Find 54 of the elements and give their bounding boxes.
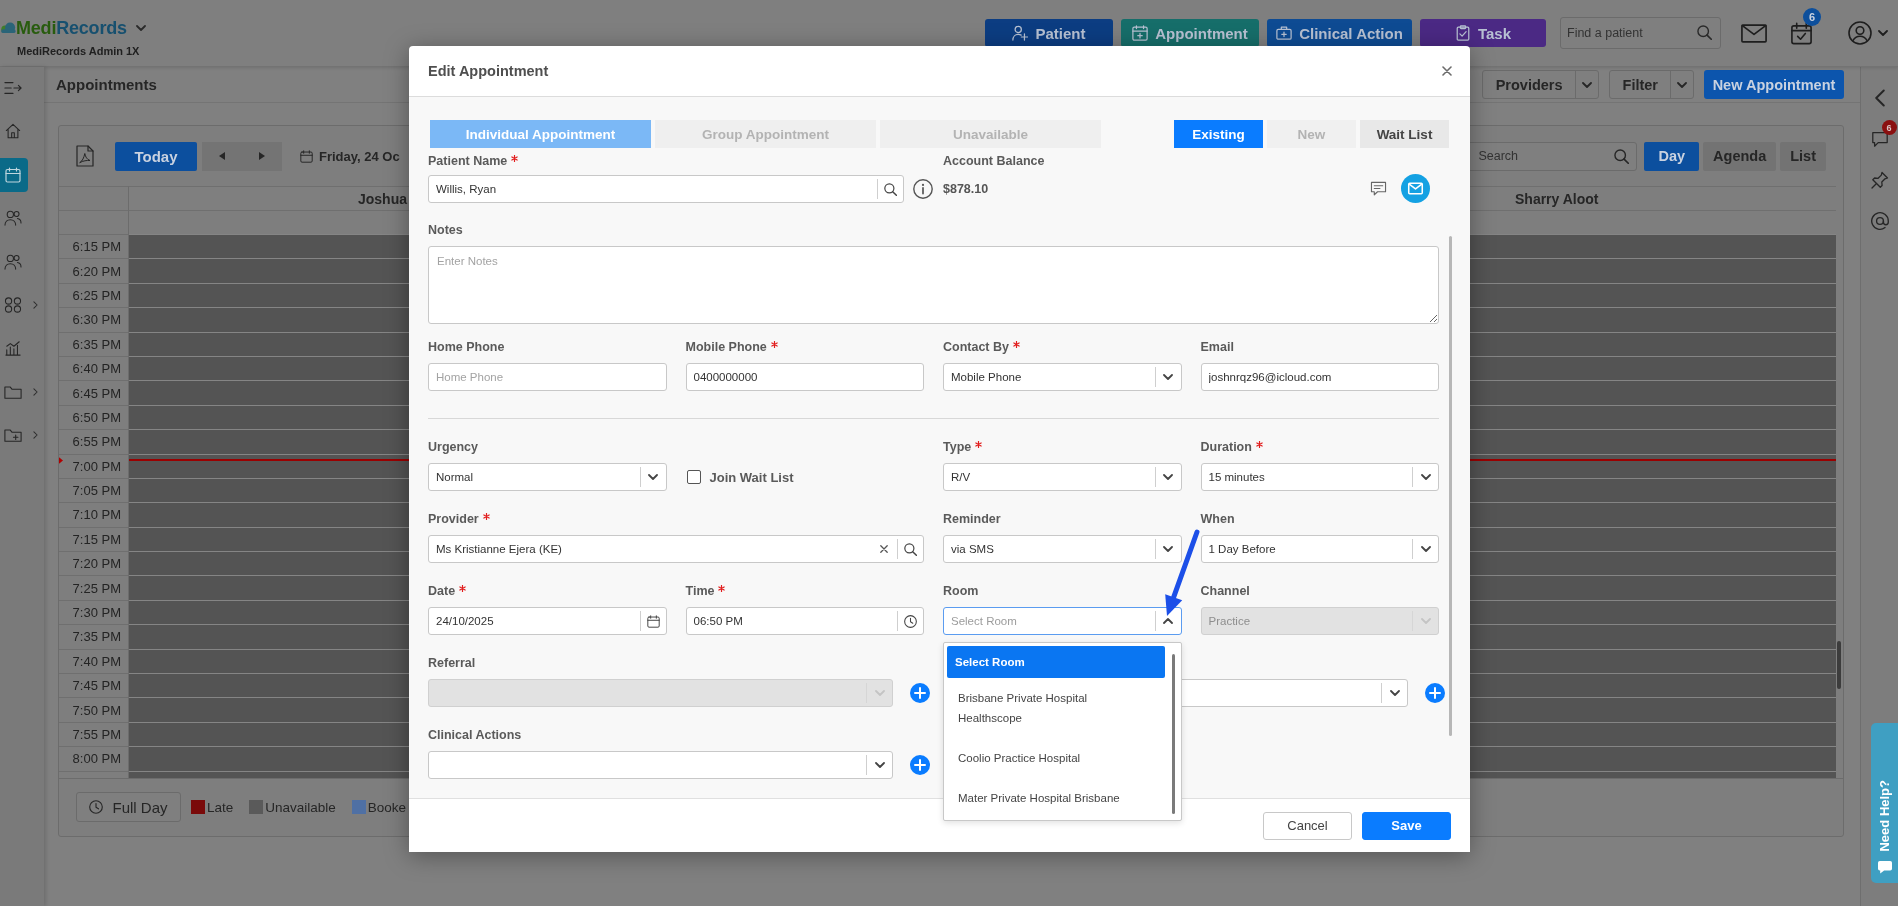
time-label: 7:10 PM <box>72 507 121 523</box>
time-label: 6:15 PM <box>72 239 121 255</box>
time-label: 6:30 PM <box>72 312 121 328</box>
time-label: 7:20 PM <box>72 556 121 572</box>
time-label: 6:55 PM <box>72 434 121 450</box>
field-label: Patient Name <box>428 153 508 168</box>
field-label: Provider <box>428 511 479 526</box>
field-label: Account Balance <box>943 153 1045 168</box>
time-label: 7:00 PM <box>72 458 121 474</box>
field-label: Date <box>428 583 456 598</box>
field-label: Channel <box>1200 583 1250 598</box>
field-label: Type <box>943 439 972 454</box>
legend-label: Late <box>207 799 234 815</box>
notification-badge: 6 <box>1803 7 1821 26</box>
time-label: 7:45 PM <box>72 678 121 694</box>
dialog-title: Edit Appointment <box>428 63 549 79</box>
logo-wordmark: MediRecords <box>16 17 127 39</box>
field-label: Clinical Actions <box>428 727 522 742</box>
time-label: 7:25 PM <box>72 580 121 596</box>
field-label: Mobile Phone <box>685 339 767 354</box>
time-label: 8:00 PM <box>72 751 121 767</box>
time-label: 6:40 PM <box>72 361 121 377</box>
time-label: 7:30 PM <box>72 605 121 621</box>
time-label: 7:40 PM <box>72 653 121 669</box>
field-label: Reminder <box>943 511 1001 526</box>
time-label: 7:05 PM <box>72 483 121 499</box>
page-title: Appointments <box>56 76 157 93</box>
field-label: Referral <box>428 655 476 670</box>
field-label: Home Phone <box>428 339 505 354</box>
checkbox-label: Join Wait List <box>709 469 794 485</box>
field-label: Time <box>685 583 715 598</box>
time-label: 6:50 PM <box>72 409 121 425</box>
time-label: 7:55 PM <box>72 727 121 742</box>
field-label: Room <box>943 583 979 598</box>
field-label: Duration <box>1200 439 1252 454</box>
time-label: 7:15 PM <box>72 531 121 547</box>
legend-label: Booke <box>367 799 407 815</box>
time-label: 6:25 PM <box>72 287 121 303</box>
field-label: When <box>1200 511 1235 526</box>
time-label: 6:35 PM <box>72 336 121 352</box>
field-label: Email <box>1200 339 1234 354</box>
time-label: 6:20 PM <box>72 263 121 279</box>
field-label: Contact By <box>943 339 1009 354</box>
field-label: Notes <box>428 222 463 237</box>
account-name: MediRecords Admin 1X <box>17 45 141 58</box>
notification-badge: 6 <box>1881 120 1897 135</box>
time-label: 7:35 PM <box>72 629 121 645</box>
field-label: Urgency <box>428 439 479 454</box>
date-label: Friday, 24 Oc <box>319 148 400 164</box>
column-header: Sharry Aloot <box>1515 190 1599 207</box>
legend-label: Unavailable <box>265 799 336 815</box>
balance-value: $878.10 <box>943 181 990 198</box>
time-label: 6:45 PM <box>72 385 121 401</box>
time-label: 7:50 PM <box>72 702 121 718</box>
